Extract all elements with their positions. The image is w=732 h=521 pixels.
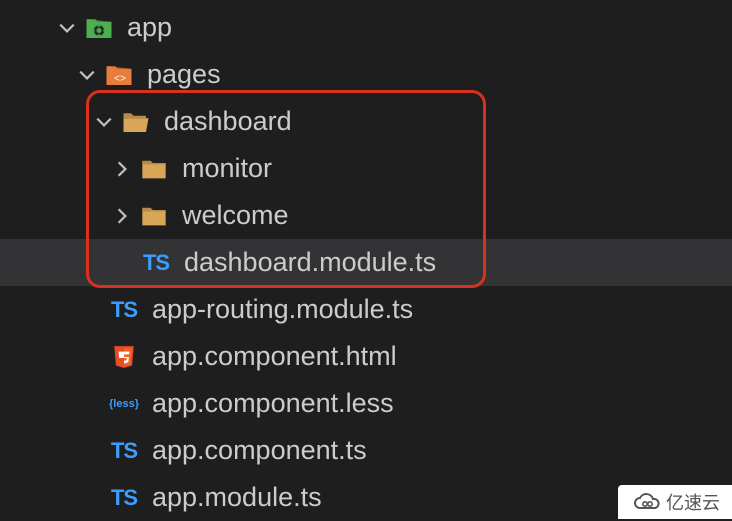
folder-pages-icon: <> [103,59,135,91]
tree-item-label: monitor [182,153,272,184]
tree-item-monitor[interactable]: monitor [0,145,732,192]
chevron-right-icon [110,157,134,181]
tree-item-pages[interactable]: <> pages [0,51,732,98]
file-explorer-tree: app <> pages dashboard [0,0,732,521]
tree-item-dashboard-module[interactable]: TS dashboard.module.ts [0,239,732,286]
ts-icon: TS [108,482,140,514]
tree-item-welcome[interactable]: welcome [0,192,732,239]
tree-item-app-component-ts[interactable]: TS app.component.ts [0,427,732,474]
ts-icon: TS [108,294,140,326]
watermark-text: 亿速云 [666,489,720,515]
tree-item-app[interactable]: app [0,4,732,51]
ts-icon: TS [140,247,172,279]
tree-item-label: app.component.less [152,388,394,419]
tree-item-label: app.component.html [152,341,397,372]
tree-item-app-component-less[interactable]: {less} app.component.less [0,380,732,427]
tree-item-label: dashboard.module.ts [184,247,436,278]
folder-icon [138,153,170,185]
tree-item-app-component-html[interactable]: app.component.html [0,333,732,380]
chevron-down-icon [75,63,99,87]
folder-open-icon [120,106,152,138]
chevron-right-icon [110,204,134,228]
tree-item-label: app-routing.module.ts [152,294,413,325]
chevron-down-icon [55,16,79,40]
tree-item-label: welcome [182,200,289,231]
cloud-icon [632,491,662,513]
tree-item-label: pages [147,59,221,90]
tree-item-app-routing[interactable]: TS app-routing.module.ts [0,286,732,333]
folder-icon [138,200,170,232]
tree-item-label: app.component.ts [152,435,367,466]
tree-item-label: dashboard [164,106,292,137]
html5-icon [108,341,140,373]
tree-item-label: app.module.ts [152,482,322,513]
tree-item-label: app [127,12,172,43]
folder-app-icon [83,12,115,44]
chevron-down-icon [92,110,116,134]
watermark: 亿速云 [618,485,732,519]
less-icon: {less} [108,388,140,420]
ts-icon: TS [108,435,140,467]
tree-item-dashboard[interactable]: dashboard [0,98,732,145]
svg-text:<>: <> [114,74,126,85]
